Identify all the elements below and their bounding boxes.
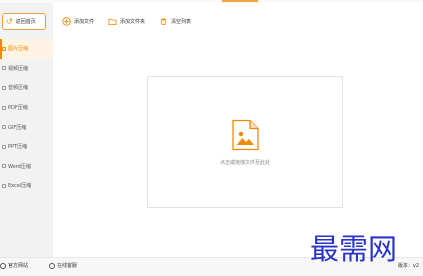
trash-icon: [159, 17, 168, 26]
image-icon: [2, 46, 6, 51]
title-bar: [0, 0, 423, 3]
sidebar-item-label: 音频压缩: [8, 85, 29, 92]
footer-bar: 官方网站 在线客服 版本：v2: [0, 257, 423, 276]
sidebar-item-label: GIF压缩: [8, 124, 27, 131]
video-icon: [2, 66, 6, 71]
online-help-link[interactable]: 在线客服: [49, 262, 77, 269]
help-icon: [49, 262, 55, 269]
folder-icon: [108, 17, 117, 26]
online-help-label: 在线客服: [57, 263, 78, 269]
title-bar-accent: [222, 0, 258, 2]
version-text: 版本：v2: [397, 263, 419, 269]
sidebar-item-ppt-compress[interactable]: PPT压缩: [0, 137, 53, 157]
back-arrow-icon: ↺: [6, 16, 13, 26]
sidebar-item-audio-compress[interactable]: 音频压缩: [0, 78, 53, 98]
back-home-label: 返回首页: [15, 19, 36, 25]
official-website-link[interactable]: 官方网站: [0, 262, 28, 269]
back-home-button[interactable]: ↺ 返回首页: [2, 13, 46, 30]
word-icon: [2, 164, 6, 169]
sidebar-item-gif-compress[interactable]: GIF压缩: [0, 117, 53, 137]
sidebar-item-excel-compress[interactable]: Excel压缩: [0, 176, 53, 196]
sidebar-item-word-compress[interactable]: Word压缩: [0, 157, 53, 177]
pdf-icon: [2, 105, 6, 110]
gif-icon: [2, 125, 6, 130]
sidebar-item-video-compress[interactable]: 视频压缩: [0, 59, 53, 79]
sidebar-item-label: PPT压缩: [8, 144, 28, 151]
sidebar: ↺ 返回首页 图片压缩 视频压缩 音频压缩 PDF压缩 GIF压缩 PPT压缩 …: [0, 3, 53, 257]
sidebar-item-image-compress[interactable]: 图片压缩: [0, 39, 53, 59]
drop-hint-text: 点击或拖拽文件至此处: [219, 160, 270, 166]
toolbar: 添加文件 添加文件夹 清空列表: [62, 13, 205, 29]
add-file-label: 添加文件: [74, 18, 95, 25]
add-folder-button[interactable]: 添加文件夹: [108, 17, 145, 26]
sidebar-item-pdf-compress[interactable]: PDF压缩: [0, 98, 53, 118]
sidebar-nav: 图片压缩 视频压缩 音频压缩 PDF压缩 GIF压缩 PPT压缩 Word压缩 …: [0, 39, 53, 196]
sidebar-item-label: 图片压缩: [8, 46, 29, 53]
clear-list-button[interactable]: 清空列表: [159, 17, 191, 26]
clear-list-label: 清空列表: [171, 18, 192, 25]
ppt-icon: [2, 144, 6, 149]
excel-icon: [2, 183, 6, 188]
file-drop-zone[interactable]: 点击或拖拽文件至此处: [147, 76, 343, 208]
globe-icon: [0, 262, 6, 269]
sidebar-item-label: Excel压缩: [8, 183, 32, 190]
audio-icon: [2, 85, 6, 90]
add-folder-label: 添加文件夹: [120, 18, 146, 25]
sidebar-item-label: 视频压缩: [8, 65, 29, 72]
official-website-label: 官方网站: [8, 263, 29, 269]
add-file-button[interactable]: 添加文件: [62, 16, 95, 26]
sidebar-item-label: Word压缩: [8, 163, 31, 170]
image-file-icon: [231, 119, 260, 151]
sidebar-item-label: PDF压缩: [8, 105, 28, 112]
plus-circle-icon: [62, 16, 71, 26]
